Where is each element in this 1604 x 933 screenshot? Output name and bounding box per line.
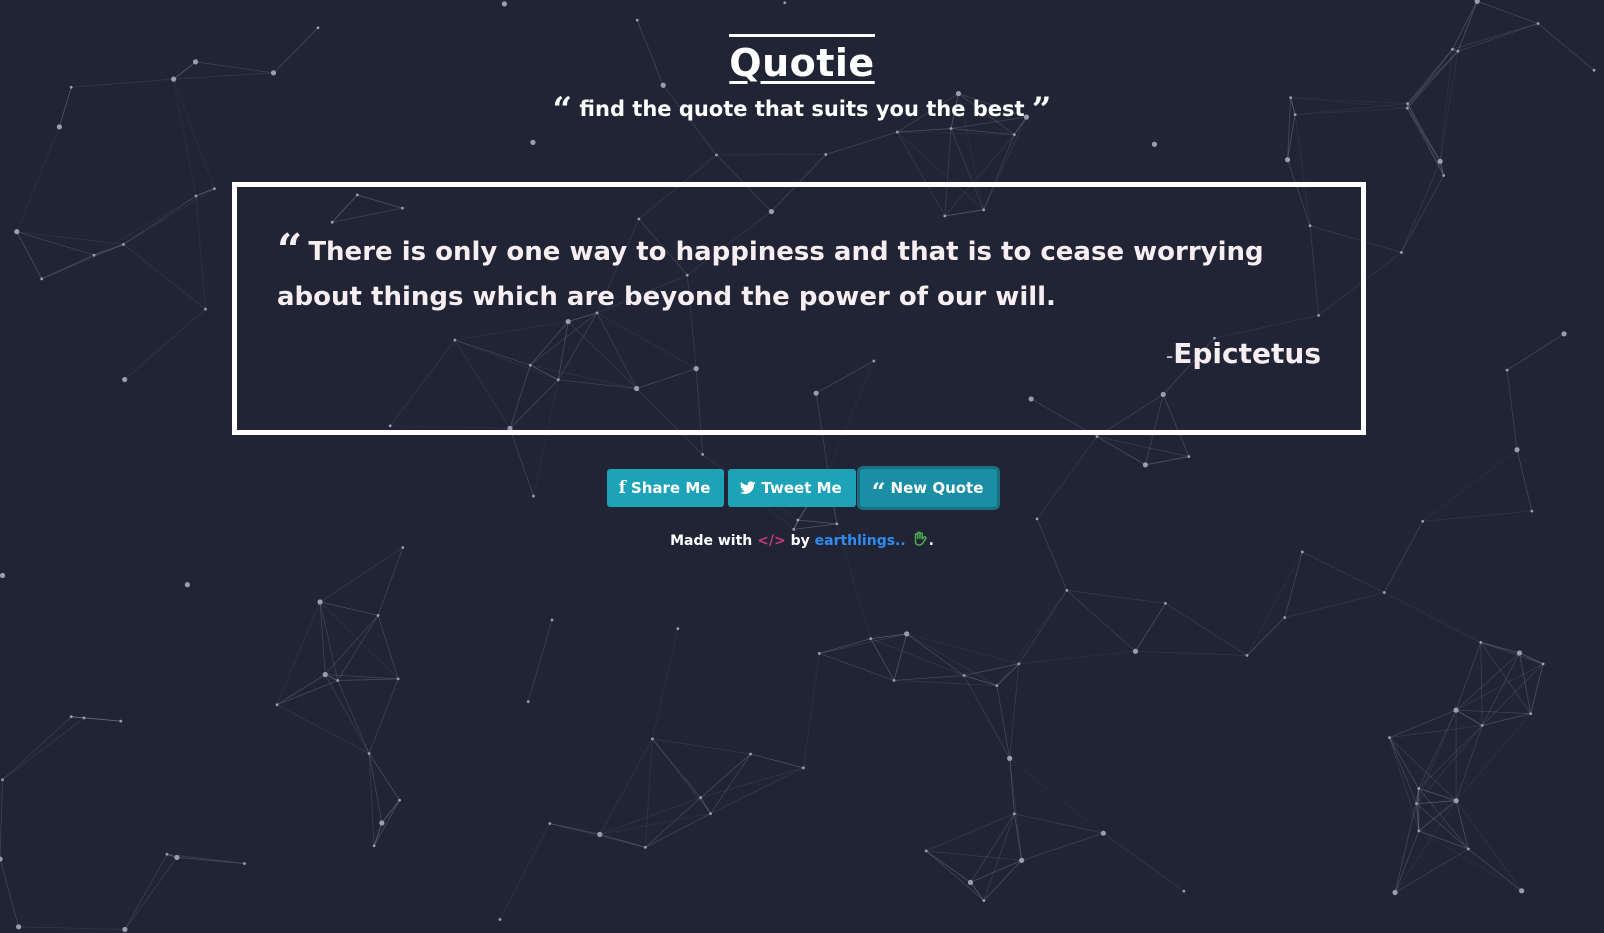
quote-text: There is only one way to happiness and t… [277,237,1264,312]
action-buttons: f Share Me Tweet Me “New Quote [0,469,1604,507]
quote-left-icon: “ [871,477,886,495]
page-subtitle: “ find the quote that suits you the best… [0,95,1604,123]
tweet-button-label: Tweet Me [761,479,842,497]
made-with-text: Made with [670,533,753,549]
share-button[interactable]: f Share Me [606,469,725,507]
tweet-button[interactable]: Tweet Me [728,469,856,507]
facebook-icon: f [618,478,626,498]
code-icon: </> [757,533,786,549]
twitter-icon [740,469,757,507]
footer: Made with </> by earthlings.. . [0,530,1604,551]
quote-left-icon: “ [552,95,573,119]
share-button-label: Share Me [630,479,711,497]
subtitle-text: find the quote that suits you the best [579,97,1025,121]
quote-text-block: “There is only one way to happiness and … [277,230,1317,320]
quote-right-icon: ” [1031,95,1052,119]
by-text: by [790,533,810,549]
quote-left-icon: “ [277,232,303,262]
quote-author: -Epictetus [1166,337,1321,373]
author-name: Epictetus [1173,337,1321,370]
hand-icon [911,531,929,549]
new-quote-button[interactable]: “New Quote [859,469,998,507]
footer-period: . [928,533,934,549]
author-link[interactable]: earthlings.. [815,533,906,549]
page-title: Quotie [729,34,875,85]
quote-box: “There is only one way to happiness and … [232,182,1366,435]
new-quote-button-label: New Quote [890,479,984,497]
